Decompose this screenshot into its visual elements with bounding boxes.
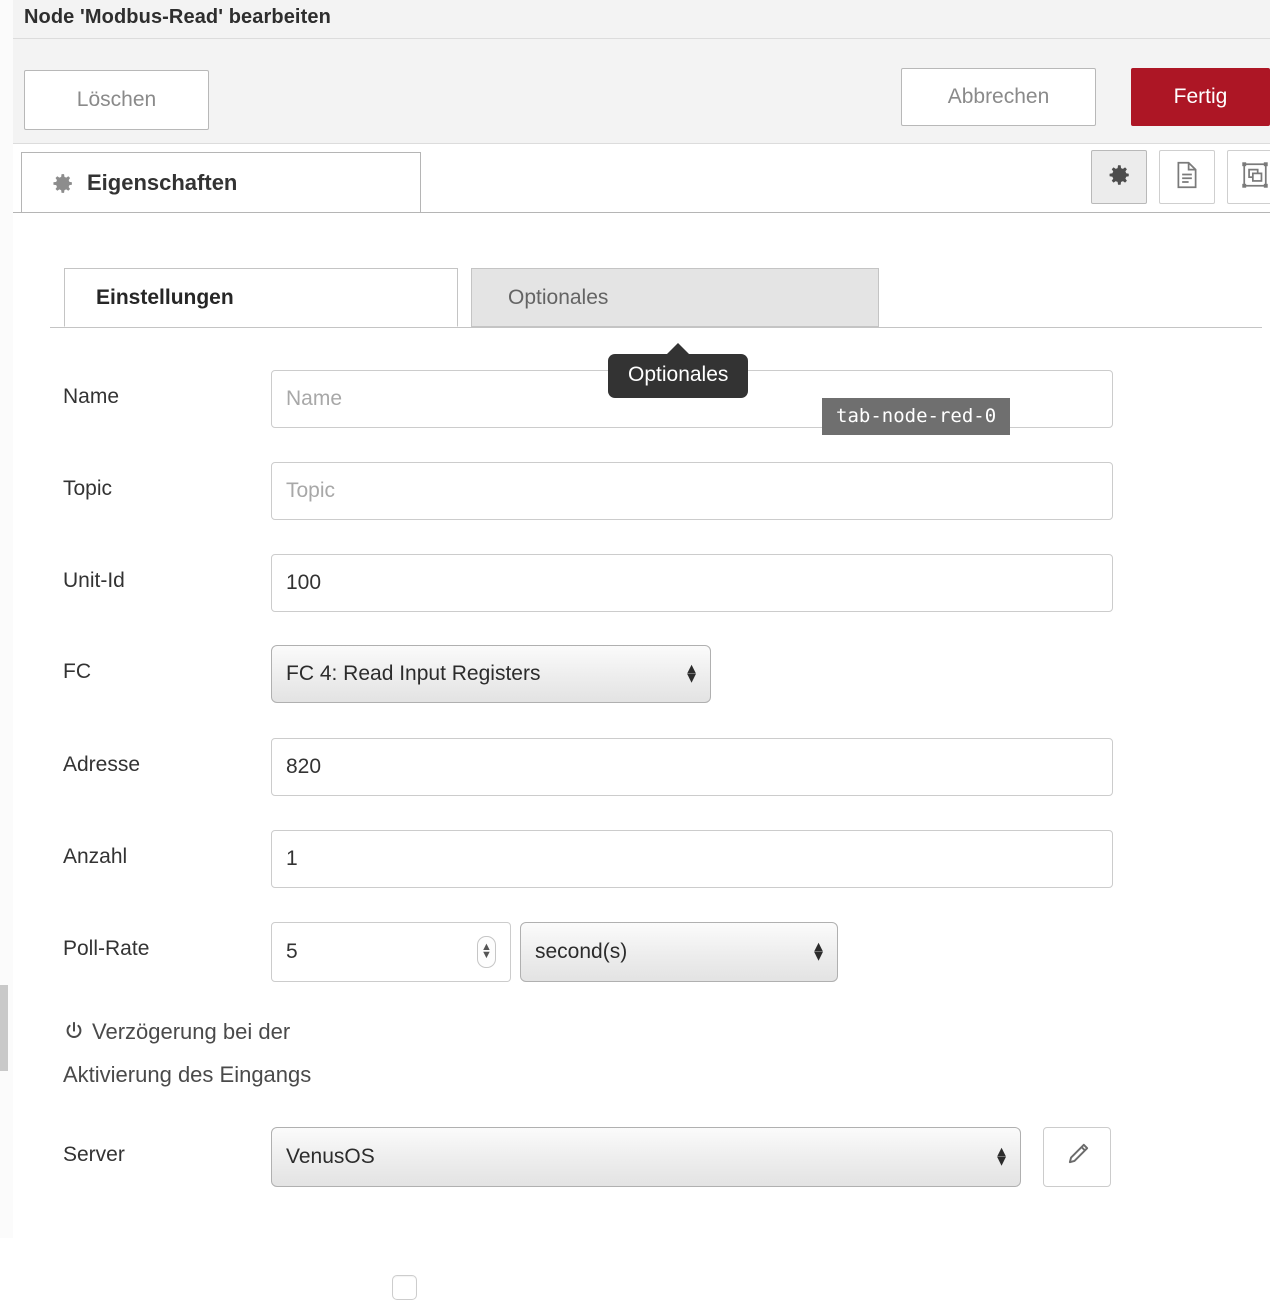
page-title: Node 'Modbus-Read' bearbeiten (24, 6, 331, 28)
delay-label-line2: Aktivierung des Eingangs (63, 1062, 312, 1087)
label-poll-rate: Poll-Rate (63, 937, 150, 960)
server-select[interactable]: VenusOS ▲ ▼ (271, 1127, 1021, 1187)
label-fc: FC (63, 660, 91, 683)
panel-scrollbar-thumb[interactable] (0, 985, 8, 1071)
label-name: Name (63, 385, 120, 408)
tab-einstellungen[interactable]: Einstellungen (64, 268, 458, 327)
properties-icon-button[interactable] (1091, 150, 1147, 204)
poll-rate-input[interactable]: 5 ▲ ▼ (271, 922, 511, 982)
tab-optionales[interactable]: Optionales (471, 268, 879, 327)
tooltip-tab-id: tab-node-red-0 (822, 398, 1011, 435)
label-adresse: Adresse (63, 753, 141, 776)
chevron-updown-icon: ▲ ▼ (994, 1143, 1009, 1170)
delay-option-label: Verzögerung bei der Aktivierung des Eing… (63, 1012, 393, 1095)
gear-icon (50, 171, 75, 196)
chevron-updown-icon: ▲ ▼ (811, 938, 826, 965)
subtabs-baseline (50, 327, 1262, 328)
label-server: Server (63, 1143, 125, 1166)
tab-properties[interactable]: Eigenschaften (21, 152, 421, 213)
quantity-input[interactable]: 1 (271, 830, 1113, 888)
tooltip-optionales: Optionales (608, 343, 749, 398)
fc-select-value: FC 4: Read Input Registers (286, 662, 541, 685)
tab-properties-label: Eigenschaften (87, 170, 238, 195)
node-edit-dialog: Node 'Modbus-Read' bearbeiten Löschen Ab… (0, 0, 1270, 1300)
tooltip-optionales-text: Optionales (628, 363, 729, 386)
server-select-value: VenusOS (286, 1145, 375, 1168)
poll-rate-unit-select[interactable]: second(s) ▲ ▼ (520, 922, 838, 982)
chevron-updown-icon: ▲ ▼ (684, 660, 699, 687)
poll-rate-unit-value: second(s) (535, 940, 628, 963)
label-topic: Topic (63, 477, 113, 500)
dialog-tabstrip: Eigenschaften (13, 144, 1270, 213)
cancel-button[interactable]: Abbrechen (901, 68, 1096, 126)
appearance-icon-button[interactable] (1227, 150, 1270, 204)
edit-server-button[interactable] (1043, 1127, 1111, 1187)
dialog-toolbar: Löschen Abbrechen Fertig (13, 39, 1270, 144)
delay-label-line1: Verzögerung bei der (92, 1019, 291, 1044)
pencil-icon (1064, 1141, 1091, 1173)
address-input[interactable]: 820 (271, 738, 1113, 796)
settings-subtabs: Einstellungen Optionales (50, 268, 1250, 327)
delete-button[interactable]: Löschen (24, 70, 209, 130)
power-icon (63, 1015, 85, 1055)
description-icon (1174, 161, 1200, 194)
description-icon-button[interactable] (1159, 150, 1215, 204)
panel-scrollbar-track[interactable] (0, 0, 14, 1238)
gear-icon (1106, 162, 1132, 193)
done-button[interactable]: Fertig (1131, 68, 1270, 126)
label-unit-id: Unit-Id (63, 569, 125, 592)
tooltip-arrow (666, 343, 691, 355)
delay-checkbox[interactable] (392, 1275, 417, 1300)
dialog-header: Node 'Modbus-Read' bearbeiten (13, 0, 1270, 39)
poll-rate-value: 5 (286, 940, 298, 963)
topic-input[interactable]: Topic (271, 462, 1113, 520)
fc-select[interactable]: FC 4: Read Input Registers ▲ ▼ (271, 645, 711, 703)
appearance-icon (1241, 161, 1269, 194)
unit-id-input[interactable]: 100 (271, 554, 1113, 612)
number-stepper[interactable]: ▲ ▼ (477, 936, 496, 968)
label-anzahl: Anzahl (63, 845, 128, 868)
